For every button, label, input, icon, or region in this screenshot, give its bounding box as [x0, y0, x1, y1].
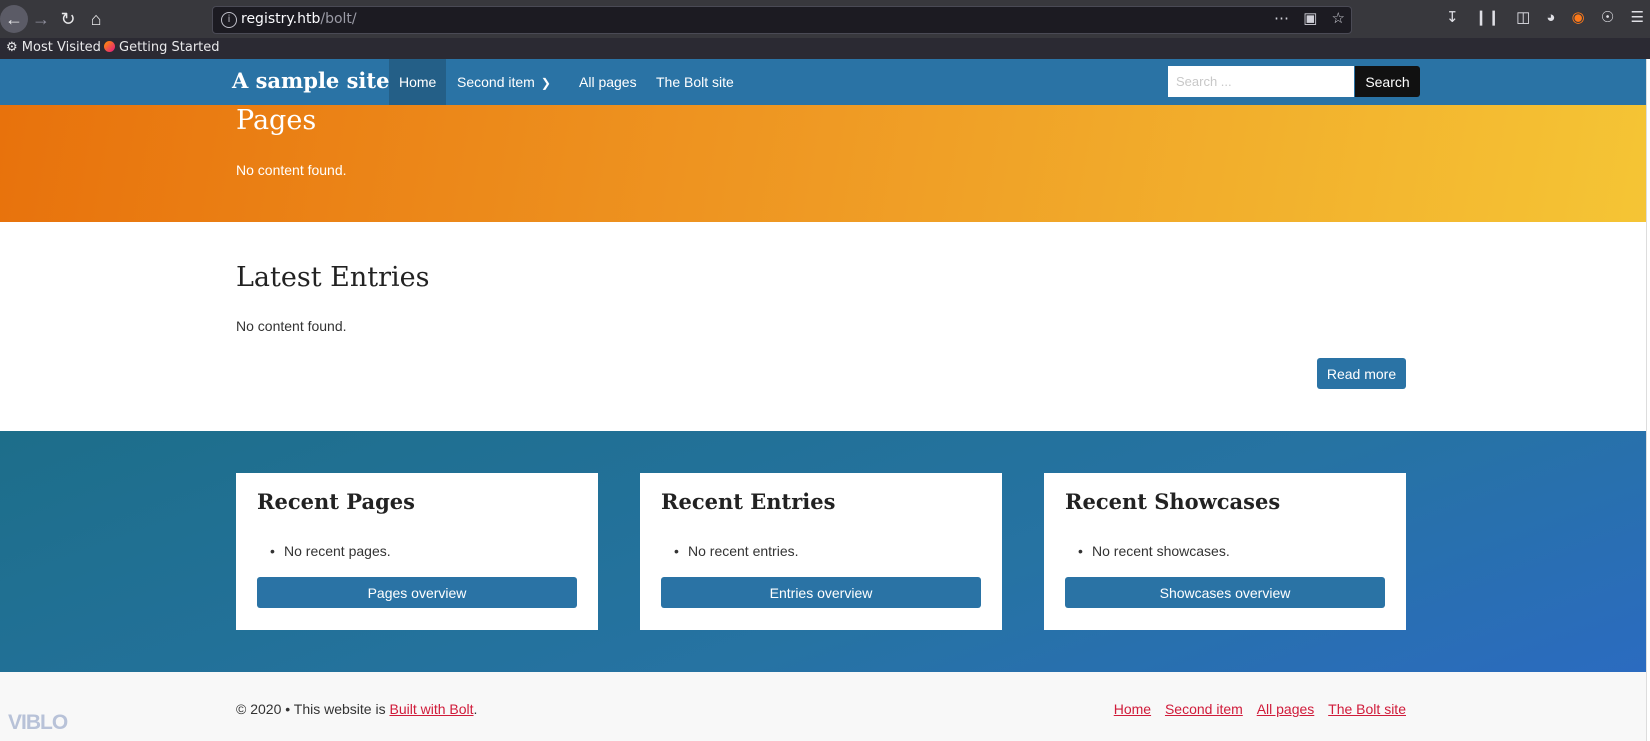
forward-icon[interactable]: →	[27, 5, 55, 33]
hero-text: No content found.	[236, 162, 347, 178]
browser-chrome: ← → ↻ ⌂ i registry.htb/bolt/ ⋯ ▣ ☆ ↧ ❙❙ …	[0, 0, 1650, 59]
showcases-overview-button[interactable]: Showcases overview	[1065, 577, 1385, 608]
pages-overview-button[interactable]: Pages overview	[257, 577, 577, 608]
footer-link-all-pages[interactable]: All pages	[1257, 701, 1315, 717]
nav-all-pages[interactable]: All pages	[569, 59, 647, 105]
entries-title: Latest Entries	[236, 262, 430, 293]
bookmark-most-visited[interactable]: ⚙ Most Visited	[6, 40, 101, 55]
info-icon[interactable]: i	[221, 12, 237, 28]
url-text[interactable]: registry.htb/bolt/	[241, 11, 357, 27]
back-icon[interactable]: ←	[0, 5, 28, 33]
nav-bolt-site[interactable]: The Bolt site	[646, 59, 744, 105]
search-button[interactable]: Search	[1355, 66, 1420, 97]
browser-toolbar: ← → ↻ ⌂ i registry.htb/bolt/ ⋯ ▣ ☆ ↧ ❙❙ …	[0, 0, 1650, 38]
copyright-text: © 2020 • This website is Built with Bolt…	[236, 701, 478, 717]
bookmarks-bar: ⚙ Most Visited Getting Started	[0, 38, 1650, 59]
footer-links: Home Second item All pages The Bolt site	[1104, 701, 1406, 717]
widgets-section: Recent Pages No recent pages. Pages over…	[0, 431, 1650, 672]
entries-text: No content found.	[236, 318, 347, 334]
entries-overview-button[interactable]: Entries overview	[661, 577, 981, 608]
account-icon[interactable]: ☉	[1601, 8, 1614, 26]
nav-home[interactable]: Home	[389, 59, 447, 105]
footer-link-home[interactable]: Home	[1114, 701, 1151, 717]
search-input[interactable]	[1168, 66, 1354, 97]
library-icon[interactable]: ❙❙	[1475, 8, 1500, 26]
recent-showcases-card: Recent Showcases No recent showcases. Sh…	[1044, 473, 1406, 630]
recent-pages-card: Recent Pages No recent pages. Pages over…	[236, 473, 598, 630]
hero-section: Pages No content found.	[0, 105, 1650, 222]
latest-entries-section: Latest Entries No content found. Read mo…	[0, 222, 1650, 431]
pocket-icon[interactable]: ▣	[1303, 9, 1317, 27]
menu-icon[interactable]: ☰	[1631, 8, 1644, 26]
scrollbar[interactable]	[1646, 59, 1650, 741]
list-item: No recent pages.	[270, 543, 391, 559]
reload-icon[interactable]: ↻	[54, 5, 82, 33]
home-icon[interactable]: ⌂	[82, 5, 110, 33]
url-bar[interactable]: i registry.htb/bolt/ ⋯ ▣ ☆	[212, 6, 1352, 34]
chevron-down-icon: ❯	[540, 76, 551, 90]
read-more-button[interactable]: Read more	[1317, 358, 1406, 389]
more-icon[interactable]: ⋯	[1274, 9, 1289, 27]
built-with-bolt-link[interactable]: Built with Bolt	[389, 701, 473, 717]
site-brand[interactable]: A sample site	[232, 68, 389, 93]
card-title: Recent Entries	[661, 489, 836, 514]
list-item: No recent entries.	[674, 543, 798, 559]
page-title: Pages	[236, 105, 317, 136]
footer-link-bolt-site[interactable]: The Bolt site	[1328, 701, 1406, 717]
sidebar-icon[interactable]: ◫	[1516, 8, 1530, 26]
card-title: Recent Pages	[257, 489, 415, 514]
nav-second-item[interactable]: Second item ❯	[447, 59, 561, 105]
bookmark-getting-started[interactable]: Getting Started	[104, 40, 220, 55]
list-item: No recent showcases.	[1078, 543, 1230, 559]
footer-link-second-item[interactable]: Second item	[1165, 701, 1243, 717]
download-icon[interactable]: ↧	[1446, 8, 1459, 26]
watermark-logo: VIBLO	[8, 711, 68, 734]
recent-entries-card: Recent Entries No recent entries. Entrie…	[640, 473, 1002, 630]
card-title: Recent Showcases	[1065, 489, 1281, 514]
star-icon[interactable]: ☆	[1332, 9, 1345, 27]
firefox-icon	[104, 41, 115, 52]
site-footer: © 2020 • This website is Built with Bolt…	[0, 672, 1650, 741]
fox-icon[interactable]: ◉	[1572, 8, 1585, 26]
shield-icon[interactable]: ◕	[1546, 9, 1555, 26]
